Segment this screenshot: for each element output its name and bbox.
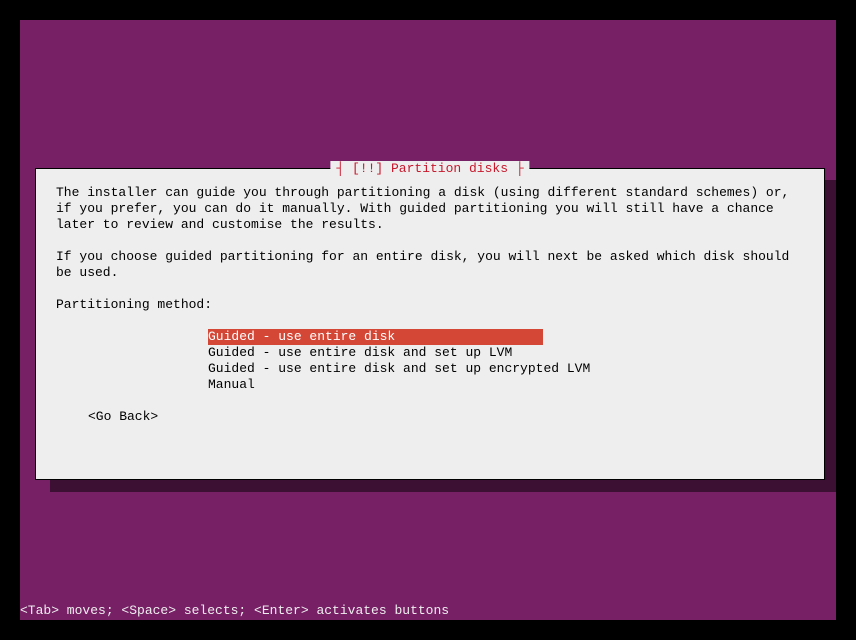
option-guided-lvm[interactable]: Guided - use entire disk and set up LVM [208,345,512,361]
dialog-paragraph-1: The installer can guide you through part… [56,185,804,233]
partition-disks-dialog: ┤ [!!] Partition disks ├ The installer c… [35,168,825,480]
go-back-button[interactable]: <Go Back> [88,409,804,425]
dialog-title: ┤ [!!] Partition disks ├ [330,161,529,176]
help-bar: <Tab> moves; <Space> selects; <Enter> ac… [20,603,449,618]
dialog-paragraph-2: If you choose guided partitioning for an… [56,249,804,281]
partition-method-options: Guided - use entire disk Guided - use en… [208,329,804,393]
option-guided-encrypted-lvm[interactable]: Guided - use entire disk and set up encr… [208,361,590,377]
partitioning-method-label: Partitioning method: [56,297,804,313]
dialog-content: The installer can guide you through part… [36,169,824,441]
option-manual[interactable]: Manual [208,377,255,393]
option-guided-entire-disk[interactable]: Guided - use entire disk [208,329,543,345]
